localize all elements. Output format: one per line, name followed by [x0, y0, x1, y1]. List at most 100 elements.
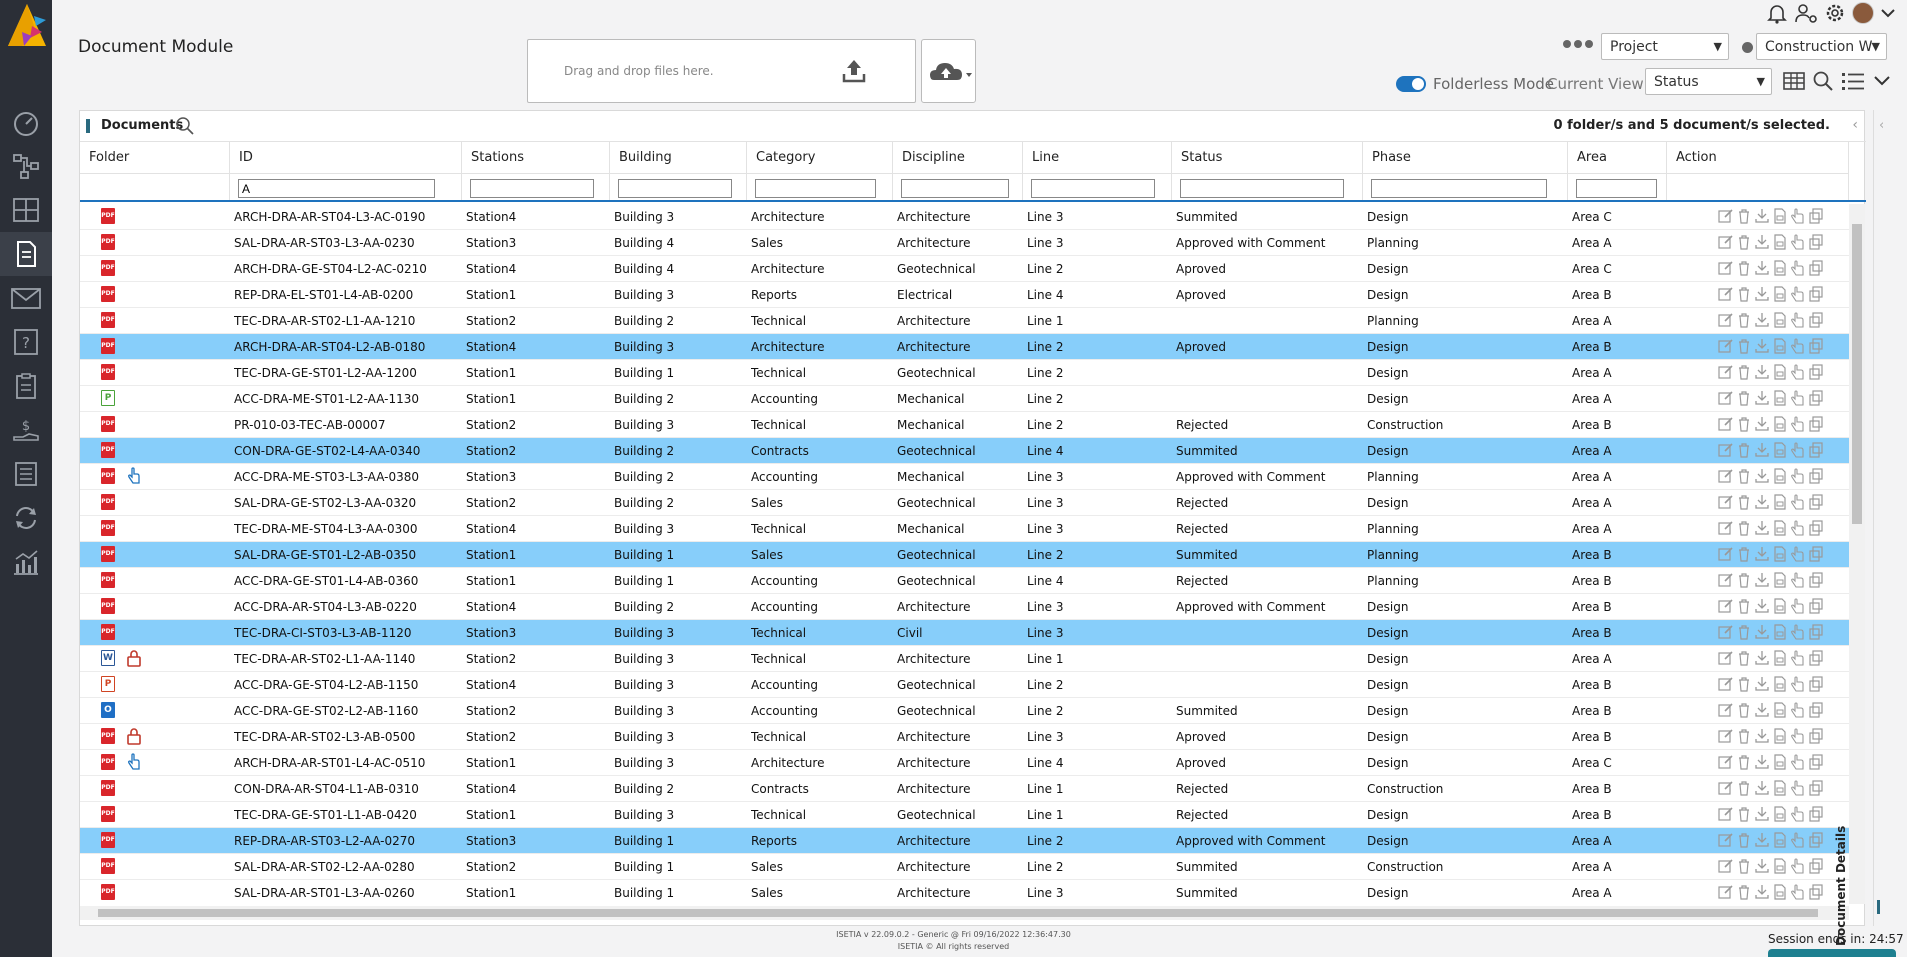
- delete-icon[interactable]: [1736, 208, 1752, 224]
- copy-icon[interactable]: [1808, 858, 1824, 874]
- copy-icon[interactable]: [1808, 676, 1824, 692]
- delete-icon[interactable]: [1736, 832, 1752, 848]
- outlook-file-icon[interactable]: O: [101, 702, 115, 718]
- pdf-file-icon[interactable]: PDF: [101, 416, 115, 432]
- download-icon[interactable]: [1754, 806, 1770, 822]
- pdf-file-icon[interactable]: PDF: [101, 286, 115, 302]
- hand-icon[interactable]: [1790, 676, 1806, 692]
- edit-icon[interactable]: [1718, 676, 1734, 692]
- pdf-file-icon[interactable]: PDF: [101, 364, 115, 380]
- filter-stations-input[interactable]: [470, 179, 594, 198]
- hand-icon[interactable]: [1790, 364, 1806, 380]
- cell-id[interactable]: SAL-DRA-AR-ST01-L3-AA-0260: [234, 886, 460, 900]
- chevron-down-icon[interactable]: [1880, 5, 1896, 21]
- edit-icon[interactable]: [1718, 572, 1734, 588]
- delete-icon[interactable]: [1736, 780, 1752, 796]
- pdf-file-icon[interactable]: PDF: [101, 832, 115, 848]
- delete-icon[interactable]: [1736, 806, 1752, 822]
- table-row[interactable]: PDF ACC-DRA-GE-ST01-L4-AB-0360 Station1 Bui…: [80, 568, 1849, 594]
- hand-icon[interactable]: [1790, 390, 1806, 406]
- pdf-export-icon[interactable]: [1772, 598, 1788, 614]
- cell-id[interactable]: ACC-DRA-AR-ST04-L3-AB-0220: [234, 600, 460, 614]
- hand-icon[interactable]: [1790, 260, 1806, 276]
- filter-building-input[interactable]: [618, 179, 732, 198]
- pdf-export-icon[interactable]: [1772, 494, 1788, 510]
- chevron-left-icon[interactable]: ‹: [1879, 118, 1884, 133]
- copy-icon[interactable]: [1808, 234, 1824, 250]
- edit-icon[interactable]: [1718, 208, 1734, 224]
- hand-icon[interactable]: [1790, 468, 1806, 484]
- table-row[interactable]: PDF TEC-DRA-GE-ST01-L1-AB-0420 Station1 Bui…: [80, 802, 1849, 828]
- filter-line-input[interactable]: [1031, 179, 1155, 198]
- copy-icon[interactable]: [1808, 390, 1824, 406]
- copy-icon[interactable]: [1808, 364, 1824, 380]
- edit-icon[interactable]: [1718, 286, 1734, 302]
- delete-icon[interactable]: [1736, 260, 1752, 276]
- download-icon[interactable]: [1754, 728, 1770, 744]
- hand-icon[interactable]: [1790, 338, 1806, 354]
- help-icon[interactable]: ?: [0, 320, 52, 364]
- download-icon[interactable]: [1754, 624, 1770, 640]
- cell-id[interactable]: TEC-DRA-ME-ST04-L3-AA-0300: [234, 522, 460, 536]
- workflow-icon[interactable]: [0, 144, 52, 188]
- delete-icon[interactable]: [1736, 598, 1752, 614]
- delete-icon[interactable]: [1736, 286, 1752, 302]
- cell-id[interactable]: ARCH-DRA-AR-ST04-L2-AB-0180: [234, 340, 460, 354]
- delete-icon[interactable]: [1736, 442, 1752, 458]
- avatar[interactable]: [1852, 2, 1874, 24]
- hand-icon[interactable]: [1790, 832, 1806, 848]
- cell-id[interactable]: SAL-DRA-GE-ST01-L2-AB-0350: [234, 548, 460, 562]
- table-row[interactable]: P ACC-DRA-GE-ST04-L2-AB-1150 Station4 Build…: [80, 672, 1849, 698]
- column-header-status[interactable]: Status: [1172, 142, 1363, 200]
- pdf-export-icon[interactable]: [1772, 624, 1788, 640]
- book-icon[interactable]: [0, 452, 52, 496]
- copy-icon[interactable]: [1808, 572, 1824, 588]
- grid-icon[interactable]: [0, 188, 52, 232]
- hand-icon[interactable]: [1790, 650, 1806, 666]
- delete-icon[interactable]: [1736, 858, 1752, 874]
- cell-id[interactable]: SAL-DRA-AR-ST03-L3-AA-0230: [234, 236, 460, 250]
- pdf-export-icon[interactable]: [1772, 650, 1788, 666]
- pdf-file-icon[interactable]: PDF: [101, 806, 115, 822]
- cell-id[interactable]: TEC-DRA-GE-ST01-L2-AA-1200: [234, 366, 460, 380]
- document-details-tab[interactable]: ‹ Document Details: [1834, 110, 1895, 946]
- vertical-scrollbar[interactable]: [1849, 204, 1865, 904]
- cell-id[interactable]: ARCH-DRA-AR-ST04-L3-AC-0190: [234, 210, 460, 224]
- table-row[interactable]: PDF TEC-DRA-CI-ST03-L3-AB-1120 Station3 Bui…: [80, 620, 1849, 646]
- cloud-upload-button[interactable]: [921, 39, 976, 103]
- hand-icon[interactable]: [1790, 520, 1806, 536]
- filter-phase-input[interactable]: [1371, 179, 1547, 198]
- copy-icon[interactable]: [1808, 806, 1824, 822]
- download-icon[interactable]: [1754, 416, 1770, 432]
- table-row[interactable]: PDF TEC-DRA-AR-ST02-L1-AA-1210 Station2 Bui…: [80, 308, 1849, 334]
- cell-id[interactable]: ACC-DRA-ME-ST03-L3-AA-0380: [234, 470, 460, 484]
- table-row[interactable]: PDF TEC-DRA-GE-ST01-L2-AA-1200 Station1 Bui…: [80, 360, 1849, 386]
- column-header-stations[interactable]: Stations: [462, 142, 610, 200]
- download-icon[interactable]: [1754, 286, 1770, 302]
- pdf-file-icon[interactable]: PDF: [101, 260, 115, 276]
- hand-icon[interactable]: [1790, 234, 1806, 250]
- pdf-file-icon[interactable]: PDF: [101, 780, 115, 796]
- table-row[interactable]: PDF ARCH-DRA-AR-ST04-L2-AB-0180 Station4 Bu…: [80, 334, 1849, 360]
- cell-id[interactable]: ACC-DRA-GE-ST02-L2-AB-1160: [234, 704, 460, 718]
- user-settings-icon[interactable]: [1794, 2, 1818, 24]
- pdf-export-icon[interactable]: [1772, 884, 1788, 900]
- copy-icon[interactable]: [1808, 468, 1824, 484]
- hand-icon[interactable]: [1790, 858, 1806, 874]
- copy-icon[interactable]: [1808, 598, 1824, 614]
- edit-icon[interactable]: [1718, 702, 1734, 718]
- pdf-file-icon[interactable]: PDF: [101, 728, 115, 744]
- table-row[interactable]: P ACC-DRA-ME-ST01-L2-AA-1130 Station1 Build…: [80, 386, 1849, 412]
- download-icon[interactable]: [1754, 676, 1770, 692]
- download-icon[interactable]: [1754, 832, 1770, 848]
- dashboard-icon[interactable]: [0, 100, 52, 144]
- delete-icon[interactable]: [1736, 676, 1752, 692]
- hand-icon[interactable]: [1790, 546, 1806, 562]
- search-icon[interactable]: [175, 116, 195, 136]
- column-header-discipline[interactable]: Discipline: [893, 142, 1023, 200]
- word-file-icon[interactable]: W: [101, 650, 115, 666]
- delete-icon[interactable]: [1736, 754, 1752, 770]
- filter-category-input[interactable]: [755, 179, 876, 198]
- delete-icon[interactable]: [1736, 650, 1752, 666]
- hand-icon[interactable]: [1790, 780, 1806, 796]
